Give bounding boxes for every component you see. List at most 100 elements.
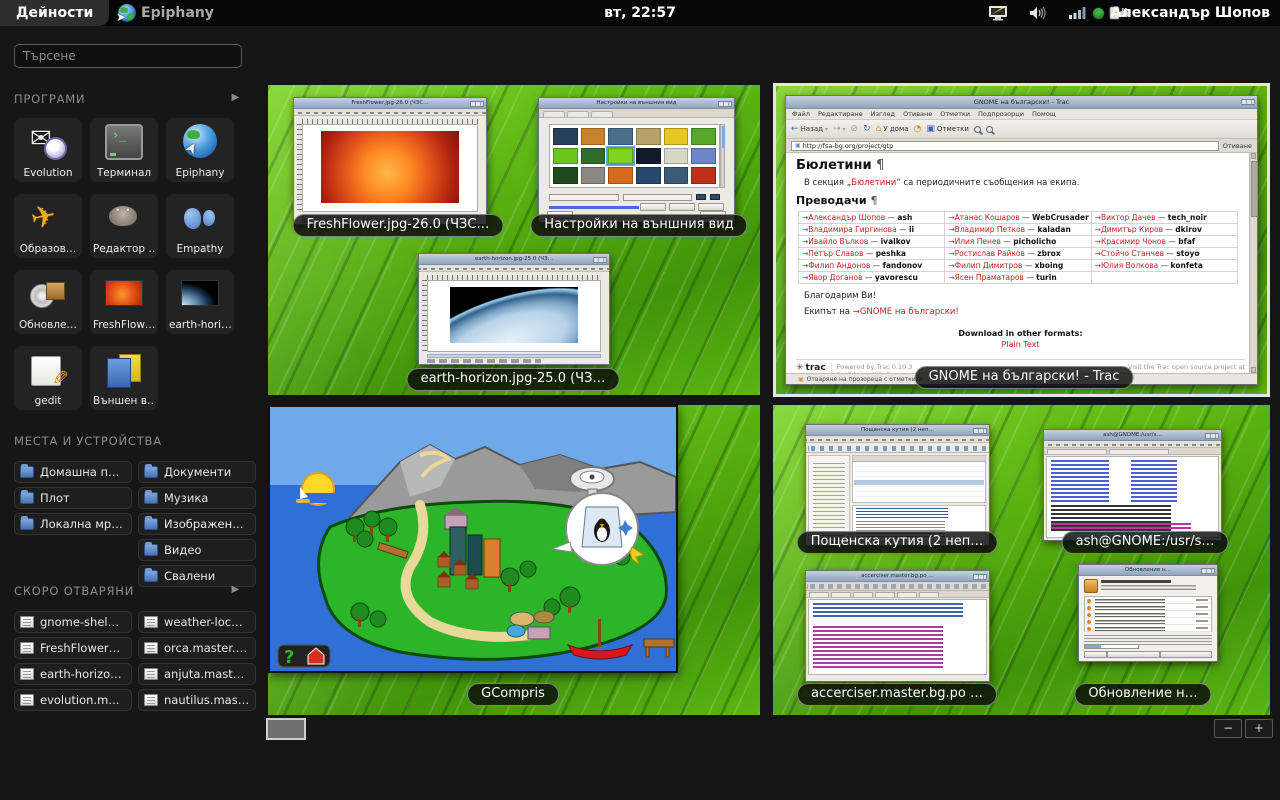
- wallpaper-thumb: [636, 128, 661, 145]
- user-status-icon: [1093, 8, 1104, 19]
- workspace-3[interactable]: ? GCompris: [268, 405, 760, 715]
- place-item[interactable]: Документи: [138, 461, 256, 483]
- window-gimp-freshflower[interactable]: FreshFlower.jpg-26.0 (ЧЗС…: [293, 97, 487, 225]
- browser-urlbar: http://fsa-bg.org/project/gtp Отиване: [786, 139, 1257, 153]
- wallpaper-thumb: [581, 148, 606, 165]
- place-item[interactable]: Домашна п…: [14, 461, 132, 483]
- app-tile[interactable]: Обновле…: [14, 270, 82, 334]
- recent-column-2: weather-loc… orca.master.… anjuta.mast…: [138, 611, 256, 711]
- app-tile[interactable]: earth-hori…: [166, 270, 234, 334]
- workspace-1[interactable]: FreshFlower.jpg-26.0 (ЧЗС… Настройки на …: [268, 85, 760, 395]
- place-item[interactable]: Музика: [138, 487, 256, 509]
- document-icon: [144, 694, 158, 706]
- window-appearance-settings[interactable]: Настройки на външния вид: [538, 97, 735, 223]
- translator-cell: →Виктор Дачевtech_noir: [1092, 212, 1238, 224]
- flower-file-icon: [20, 642, 34, 654]
- wallpaper-thumb: [636, 167, 661, 184]
- menu-item: Подпрозорци: [978, 110, 1024, 118]
- menu-item: Отиване: [903, 110, 932, 118]
- programs-section-header: ПРОГРАМИ ▶: [14, 92, 242, 106]
- workspace-4[interactable]: Пощенска кутия (2 неп… ash@GNOME:/usr/s……: [773, 405, 1270, 715]
- window-gimp-earth-horizon[interactable]: earth-horizon.jpg-25.0 (ЧЗ…: [418, 253, 610, 365]
- translator-cell: →Атанас КошаровWebCrusader: [945, 212, 1091, 224]
- window-terminal[interactable]: ash@GNOME:/usr/s…: [1043, 429, 1222, 541]
- recent-item[interactable]: anjuta.mast…: [138, 663, 256, 685]
- window-label-trac: GNOME на български! - Trac: [915, 366, 1134, 389]
- app-tile[interactable]: Редактор …: [90, 194, 158, 258]
- window-epiphany-trac[interactable]: GNOME на български! - Trac Файл Редактира…: [785, 95, 1258, 385]
- document-icon: [144, 616, 158, 628]
- app-tile[interactable]: Evolution: [14, 118, 82, 182]
- place-item[interactable]: Видео: [138, 539, 256, 561]
- url-field: http://fsa-bg.org/project/gtp: [791, 141, 1219, 151]
- document-icon: [20, 694, 34, 706]
- wallpaper-thumb: [608, 167, 633, 184]
- screenshot-thumb-icon: [20, 616, 34, 628]
- wallpaper-thumb: [553, 148, 578, 165]
- place-item[interactable]: Плот: [14, 487, 132, 509]
- recent-item[interactable]: nautilus.mas…: [138, 689, 256, 711]
- go-button: Отиване: [1223, 142, 1252, 150]
- app-tile[interactable]: Терминал: [90, 118, 158, 182]
- wallpaper-thumb: [636, 148, 661, 165]
- menu-item: Изглед: [871, 110, 895, 118]
- programs-expand-icon[interactable]: ▶: [232, 92, 241, 103]
- recent-item[interactable]: FreshFlower…: [14, 637, 132, 659]
- translator-cell: →Димитър Кировdkirov: [1092, 224, 1238, 236]
- network-signal-icon[interactable]: [1068, 5, 1088, 21]
- window-gedit-po-file[interactable]: accerciser.master.bg.po …: [805, 570, 990, 682]
- recent-item[interactable]: evolution.m…: [14, 689, 132, 711]
- app-tile[interactable]: gedit: [14, 346, 82, 410]
- zoom-in-icon: [986, 126, 993, 133]
- wallpaper-thumb: [691, 167, 716, 184]
- documents-folder-icon: [144, 466, 158, 478]
- music-folder-icon: [144, 492, 158, 504]
- plain-text-link: Plain Text: [796, 340, 1245, 349]
- home-folder-icon: [20, 466, 34, 478]
- trac-logo: trac: [796, 363, 826, 373]
- user-menu[interactable]: Александър Шопов: [1093, 0, 1270, 26]
- translator-cell: →Владимира Гиргиноваii: [799, 224, 945, 236]
- recent-item[interactable]: earth-horizo…: [14, 663, 132, 685]
- places-section-header: МЕСТА И УСТРОЙСТВА: [14, 434, 242, 448]
- app-tile[interactable]: Външен в…: [90, 346, 158, 410]
- app-tile[interactable]: Образов…: [14, 194, 82, 258]
- theme-app-icon: [105, 352, 143, 388]
- search-input[interactable]: [14, 44, 242, 68]
- app-tile[interactable]: Empathy: [166, 194, 234, 258]
- wallpaper-thumb: [608, 148, 633, 165]
- trac-titlebar: GNOME на български! - Trac: [786, 96, 1257, 109]
- window-label-gcompris: GCompris: [467, 683, 559, 706]
- workspace-2-active[interactable]: GNOME на български! - Trac Файл Редактира…: [773, 83, 1270, 397]
- trac-page-content: Бюлетини ¶ В секция „Бюлетини“ са период…: [786, 153, 1257, 373]
- add-workspace-button[interactable]: +: [1245, 719, 1273, 738]
- app-label: Epiphany: [176, 167, 225, 179]
- recent-item[interactable]: gnome-shel…: [14, 611, 132, 633]
- translators-table: →Александър Шоповash→Атанас КошаровWebCr…: [798, 211, 1238, 284]
- window-label-earth: earth-horizon.jpg-25.0 (ЧЗ…: [407, 368, 620, 391]
- place-item[interactable]: Локална мр…: [14, 513, 132, 535]
- window-gcompris[interactable]: ?: [268, 405, 678, 673]
- document-icon: [144, 668, 158, 680]
- wallpaper-thumb: [581, 128, 606, 145]
- window-evolution-mail[interactable]: Пощенска кутия (2 неп…: [805, 424, 990, 546]
- home-button: ⌂У дома: [876, 124, 909, 134]
- wallpaper-thumb: [691, 128, 716, 145]
- wallpaper-thumb: [553, 128, 578, 145]
- recent-item[interactable]: orca.master.…: [138, 637, 256, 659]
- app-label: earth-hori…: [169, 319, 231, 331]
- translator-cell: →Юлия Волковаkonfeta: [1092, 260, 1238, 272]
- place-item[interactable]: Изображен…: [138, 513, 256, 535]
- volume-icon[interactable]: [1028, 5, 1048, 21]
- remove-workspace-button[interactable]: −: [1214, 719, 1242, 738]
- workspace-switcher-thumbnail[interactable]: [266, 718, 306, 740]
- display-icon[interactable]: [988, 5, 1008, 21]
- window-update-manager[interactable]: Обновление н…: [1078, 564, 1218, 662]
- menu-item: Файл: [792, 110, 810, 118]
- app-tile[interactable]: FreshFlow…: [90, 270, 158, 334]
- recent-expand-icon[interactable]: ▶: [232, 584, 241, 595]
- app-tile[interactable]: Epiphany: [166, 118, 234, 182]
- menu-item: Редактиране: [818, 110, 863, 118]
- recent-item[interactable]: weather-loc…: [138, 611, 256, 633]
- window-label-terminal: ash@GNOME:/usr/s…: [1062, 531, 1229, 554]
